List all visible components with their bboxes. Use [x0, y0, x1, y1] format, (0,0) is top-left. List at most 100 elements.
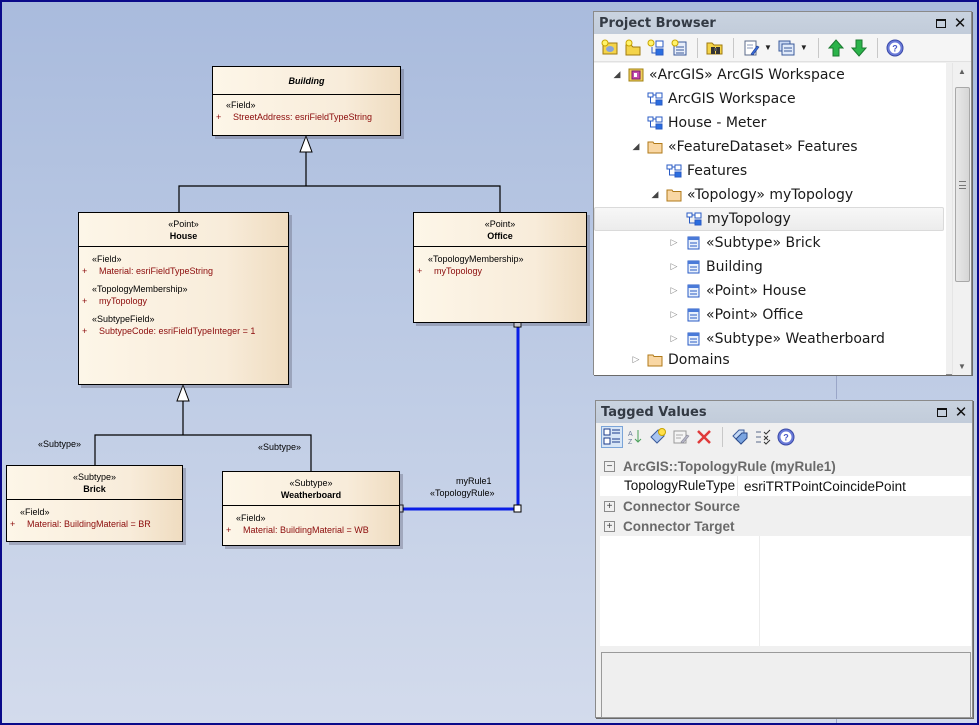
tree-item[interactable]: ▷ «Point» House	[594, 279, 946, 303]
tree-item[interactable]: Features	[594, 159, 946, 183]
inheritance-arrowhead	[176, 383, 190, 402]
panel-title-bar[interactable]: Project Browser ✕	[594, 12, 971, 34]
expanded-arrow-icon[interactable]: ◢	[629, 142, 643, 152]
move-up-button[interactable]	[825, 37, 847, 59]
view-options-button[interactable]	[776, 37, 798, 59]
tag-name: TopologyRuleType	[600, 476, 738, 496]
tree-item-label: «Subtype» Weatherboard	[706, 331, 885, 347]
edit-notes-button[interactable]	[670, 426, 692, 448]
class-attributes: «Field» + Material: esriFieldTypeString «…	[79, 247, 288, 340]
tree-item[interactable]: ◢ «FeatureDataset» Features	[594, 135, 946, 159]
delete-icon	[697, 430, 711, 444]
collapsed-arrow-icon[interactable]: ▷	[667, 238, 681, 248]
move-down-button[interactable]	[848, 37, 870, 59]
panel-title-bar[interactable]: Tagged Values ✕	[596, 401, 972, 423]
check-list-button[interactable]	[752, 426, 774, 448]
properties-dropdown[interactable]: ▼	[764, 43, 772, 52]
find-button[interactable]	[704, 37, 726, 59]
expanded-arrow-icon[interactable]: ◢	[610, 70, 624, 80]
tree-item[interactable]: ▷ Domains	[594, 351, 946, 369]
tag-group-row[interactable]: + Connector Target	[600, 516, 971, 536]
class-stereotype: «Subtype»	[72, 472, 117, 482]
tree-item[interactable]: ArcGIS Workspace	[594, 87, 946, 111]
close-button[interactable]: ✕	[953, 404, 969, 420]
view-options-dropdown[interactable]: ▼	[800, 43, 808, 52]
tag-group-row[interactable]: + Connector Source	[600, 496, 971, 516]
tag-value[interactable]: esriTRTPointCoincidePoint	[738, 479, 906, 494]
tree-item[interactable]: ▷ Building	[594, 255, 946, 279]
svg-text:A: A	[628, 431, 633, 438]
tree-scrollbar[interactable]: ▲ ▼	[952, 63, 971, 375]
tree-item-label: House - Meter	[668, 115, 767, 131]
find-icon	[706, 42, 723, 54]
properties-button[interactable]	[740, 37, 762, 59]
tree-item-label: «Subtype» Brick	[706, 235, 821, 251]
toolbar-separator	[733, 37, 734, 58]
diagram-icon	[686, 212, 702, 226]
tree-item[interactable]: ▷ «Subtype» Brick	[594, 231, 946, 255]
new-tag-button[interactable]	[647, 426, 669, 448]
sort-alpha-button[interactable]: AZ	[624, 426, 646, 448]
diagram-icon	[647, 92, 663, 106]
tree-item[interactable]: House - Meter	[594, 111, 946, 135]
attribute: + Material: esriFieldTypeString	[82, 266, 214, 276]
new-model-button[interactable]	[599, 37, 621, 59]
scroll-up-button[interactable]: ▲	[953, 63, 971, 80]
tree-item[interactable]: ◢ «ArcGIS» ArcGIS Workspace	[594, 63, 946, 87]
collapsed-arrow-icon[interactable]: ▷	[629, 355, 643, 365]
close-button[interactable]: ✕	[952, 15, 968, 31]
maximize-button[interactable]	[933, 15, 949, 31]
delete-button[interactable]	[693, 426, 715, 448]
class-name: Brick	[83, 484, 106, 494]
folder-icon	[647, 140, 663, 154]
panel-splitter[interactable]	[836, 375, 837, 399]
help-button[interactable]: ?	[884, 37, 906, 59]
collapse-icon[interactable]: −	[604, 460, 615, 472]
class-house[interactable]: «Point» House «Field» + Material: esriFie…	[78, 212, 289, 385]
stereotype-label: «TopologyMembership»	[428, 254, 524, 264]
tree-item[interactable]: ▷ «Subtype» Weatherboard	[594, 327, 946, 351]
class-weatherboard[interactable]: «Subtype» Weatherboard «Field» + Material…	[222, 471, 400, 546]
generalization-house[interactable]	[94, 383, 312, 471]
new-model-icon	[601, 39, 618, 54]
tree-item[interactable]: myTopology	[594, 207, 944, 231]
rule-name-label: myRule1	[456, 476, 492, 486]
new-package-button[interactable]	[622, 37, 644, 59]
categorized-view-button[interactable]	[601, 426, 623, 448]
new-package-icon	[625, 39, 641, 55]
expanded-arrow-icon[interactable]: ◢	[648, 190, 662, 200]
collapsed-arrow-icon[interactable]: ▷	[667, 310, 681, 320]
class-brick[interactable]: «Subtype» Brick «Field» + Material: Build…	[6, 465, 183, 542]
panel-splitter[interactable]	[836, 719, 837, 723]
tag-group-button[interactable]	[729, 426, 751, 448]
tree-item[interactable]: ◢ «Topology» myTopology	[594, 183, 946, 207]
class-office[interactable]: «Point» Office «TopologyMembership» + myT…	[413, 212, 587, 323]
tag-group-row[interactable]: − ArcGIS::TopologyRule (myRule1)	[600, 456, 971, 476]
help-button[interactable]: ?	[775, 426, 797, 448]
tag-group-label: ArcGIS::TopologyRule (myRule1)	[623, 458, 836, 474]
tagged-values-grid: − ArcGIS::TopologyRule (myRule1) Topolog…	[600, 456, 971, 646]
collapsed-arrow-icon[interactable]: ▷	[667, 262, 681, 272]
collapsed-arrow-icon[interactable]: ▷	[667, 286, 681, 296]
diagram-icon	[666, 164, 682, 178]
collapsed-arrow-icon[interactable]: ▷	[667, 334, 681, 344]
stereotype-label: «Field»	[236, 513, 266, 523]
scroll-thumb[interactable]	[955, 87, 970, 282]
new-element-button[interactable]	[668, 37, 690, 59]
scroll-down-button[interactable]: ▼	[953, 358, 971, 375]
column-divider	[759, 536, 760, 646]
tag-notes-area[interactable]	[601, 652, 971, 718]
tree-item-label: «Point» House	[706, 283, 807, 299]
new-diagram-button[interactable]	[645, 37, 667, 59]
class-building[interactable]: Building «Field» + StreetAddress: esriFie…	[212, 66, 401, 136]
maximize-button[interactable]	[934, 404, 950, 420]
expand-icon[interactable]: +	[604, 520, 615, 532]
generalization-building[interactable]	[178, 134, 501, 212]
tree-item[interactable]: ▷ «Point» Office	[594, 303, 946, 327]
stereotype-label: «SubtypeField»	[92, 314, 155, 324]
tree-item-label: «Point» Office	[706, 307, 804, 323]
maximize-icon	[936, 18, 946, 28]
tag-property-row[interactable]: TopologyRuleType esriTRTPointCoincidePoi…	[600, 476, 971, 496]
class-stereotype: «Point»	[484, 219, 516, 229]
expand-icon[interactable]: +	[604, 500, 615, 512]
